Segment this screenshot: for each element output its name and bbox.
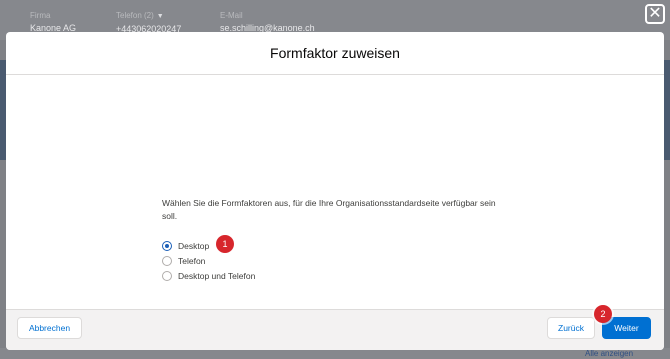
cancel-button[interactable]: Abbrechen — [17, 317, 82, 339]
field-label-text: Telefon (2) — [116, 11, 154, 20]
field-label: Firma — [30, 11, 51, 20]
option-label: Telefon — [178, 256, 206, 266]
option-telefon[interactable]: Telefon — [162, 256, 205, 266]
right-panel-edge — [664, 60, 670, 160]
option-desktop-und-telefon[interactable]: Desktop und Telefon — [162, 271, 255, 281]
step-badge-2: 2 — [594, 305, 612, 323]
option-label: Desktop — [178, 241, 210, 251]
modal-footer: Abbrechen Zurück Weiter — [6, 309, 664, 350]
field-label: Telefon (2) ▼ — [116, 10, 181, 23]
field-email: E-Mail se.schilling@kanone.ch — [220, 10, 315, 34]
instruction-text: Wählen Sie die Formfaktoren aus, für die… — [162, 198, 496, 221]
field-label: E-Mail — [220, 11, 243, 20]
show-all-link[interactable]: Alle anzeigen — [585, 349, 633, 358]
chevron-down-icon: ▼ — [156, 13, 164, 20]
option-label: Desktop und Telefon — [178, 271, 256, 281]
close-icon[interactable]: ✕ — [645, 4, 665, 24]
option-desktop[interactable]: Desktop — [162, 241, 209, 251]
step-badge-1: 1 — [216, 235, 234, 253]
radio-desktop-und-telefon[interactable] — [162, 271, 172, 281]
modal-body: Wählen Sie die Formfaktoren aus, für die… — [6, 75, 664, 297]
back-button[interactable]: Zurück — [547, 317, 595, 339]
assign-form-factor-modal: Formfaktor zuweisen Wählen Sie die Formf… — [6, 32, 664, 350]
radio-telefon[interactable] — [162, 256, 172, 266]
field-firma: Firma Kanone AG — [30, 10, 76, 34]
modal-title: Formfaktor zuweisen — [270, 45, 400, 61]
radio-desktop[interactable] — [162, 241, 172, 251]
modal-header: Formfaktor zuweisen — [6, 32, 664, 75]
